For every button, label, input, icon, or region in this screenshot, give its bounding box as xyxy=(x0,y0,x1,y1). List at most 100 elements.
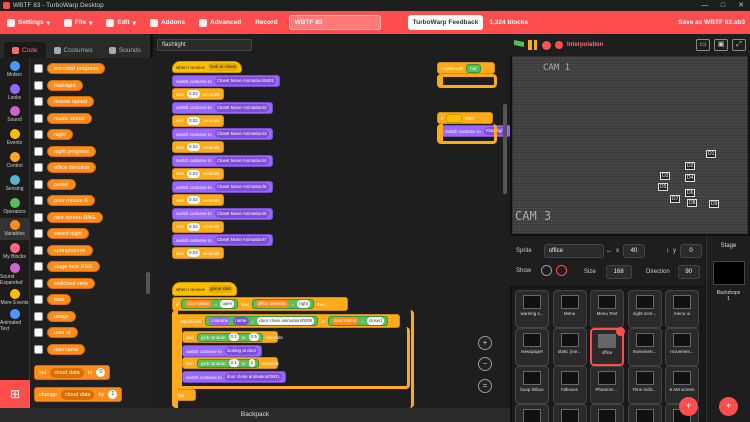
sprite-tile[interactable]: movemen... xyxy=(665,328,699,366)
variable-monitor-checkbox[interactable] xyxy=(34,163,43,172)
open-input[interactable]: open xyxy=(220,300,235,308)
sprite-tile[interactable]: stuff with ... xyxy=(552,404,587,422)
stage-thumbnail[interactable] xyxy=(712,261,745,285)
costume-dropdown[interactable]: Closet Move Animation/6 xyxy=(214,209,269,218)
if-then-block[interactable]: if then xyxy=(437,112,493,124)
wait-block[interactable]: wait 0.02 seconds xyxy=(172,114,224,127)
variable-reporter[interactable]: rare screen RNG xyxy=(47,211,103,223)
y-input[interactable]: 0 xyxy=(680,244,702,258)
sprite-tile[interactable]: newspaper xyxy=(515,328,549,366)
wait-input[interactable]: 0.02 xyxy=(187,143,200,151)
sprite-tile[interactable]: night scre... xyxy=(627,290,662,328)
sprite-tile[interactable]: Menu Text xyxy=(590,290,624,328)
costume-dropdown[interactable]: Closet Move Animation/4 xyxy=(214,156,269,165)
map-room-button[interactable]: D9 xyxy=(709,200,720,208)
category-events[interactable]: Events xyxy=(0,126,29,149)
project-title-input[interactable]: WBTF 83 xyxy=(288,15,381,30)
variable-reporter[interactable]: mouse speed xyxy=(47,96,95,107)
category-sensing[interactable]: Sensing xyxy=(0,172,29,195)
costume-dropdown[interactable]: Closet Move Animation/3 xyxy=(214,130,269,138)
wait-input[interactable]: 0.02 xyxy=(187,249,200,257)
tab-costumes[interactable]: Costumes xyxy=(46,42,101,58)
variable-reporter[interactable]: stage look RNG xyxy=(47,261,100,272)
direction-eq-right-operator[interactable]: office direction = right xyxy=(251,299,315,309)
sprite-tile[interactable]: hitboxes xyxy=(552,366,587,404)
sprite-tile[interactable]: Phantom ... xyxy=(590,366,624,404)
not-operator[interactable]: not xyxy=(466,63,481,73)
size-input[interactable]: 168 xyxy=(605,265,632,279)
variable-monitor-checkbox[interactable] xyxy=(34,196,43,205)
record-menu[interactable]: Record xyxy=(248,11,284,34)
value-input[interactable]: 1 xyxy=(108,390,118,399)
file-menu[interactable]: File ▾ xyxy=(57,11,99,34)
pause-button[interactable] xyxy=(528,40,538,50)
zoom-reset-button[interactable]: = xyxy=(478,379,492,393)
message-dropdown[interactable]: game start xyxy=(208,285,234,293)
office-direction-reporter[interactable]: office direction xyxy=(255,300,289,308)
wait-input[interactable]: 0.02 xyxy=(187,169,200,178)
variable-reporter[interactable]: power xyxy=(47,178,76,190)
variable-monitor-checkbox[interactable] xyxy=(34,113,43,123)
map-room-button[interactable]: D2 xyxy=(685,162,696,170)
sprite-tile[interactable]: menu ui xyxy=(665,290,699,328)
variable-reporter[interactable]: night progress xyxy=(47,145,96,157)
category-control[interactable]: Control xyxy=(0,149,29,172)
stage-canvas[interactable]: CAM 1 CAM 3 D1 D2 D3 D4 D5 D6 D7 D8 D9 xyxy=(512,56,748,234)
variable-reporter[interactable]: username xyxy=(47,343,86,355)
variable-monitor-checkbox[interactable] xyxy=(34,328,43,337)
category-sound[interactable]: Sound xyxy=(0,104,29,127)
map-room-button[interactable]: D4 xyxy=(685,174,696,182)
backpack[interactable]: Backpack xyxy=(0,408,510,422)
close-button[interactable]: ✕ xyxy=(732,0,750,11)
when-receive-look-closet-hat[interactable]: when I receive look at closet xyxy=(172,61,243,73)
code-workspace[interactable]: flashlight when I receive look at closet s… xyxy=(153,34,510,408)
map-room-button[interactable]: D7 xyxy=(670,195,681,203)
message-dropdown[interactable]: look at closet xyxy=(208,63,239,71)
add-extension-button[interactable]: ⊞ xyxy=(0,380,30,408)
sprite-tile[interactable]: Time Indic... xyxy=(627,366,662,404)
variable-reporter[interactable]: music status xyxy=(47,112,92,124)
edit-menu[interactable]: Edit ▾ xyxy=(99,11,143,34)
stage-selector[interactable]: Stage Backdrops 1 xyxy=(706,236,750,422)
wait-input[interactable]: 0.02 xyxy=(187,222,200,231)
map-room-button[interactable]: D8 xyxy=(687,199,698,207)
variable-monitor-checkbox[interactable] xyxy=(34,97,43,106)
addons-menu[interactable]: Addons xyxy=(143,11,192,34)
large-stage-button[interactable]: ▣ xyxy=(714,39,728,51)
when-receive-game-start-hat[interactable]: when I receive game start xyxy=(172,282,238,296)
wait-input[interactable]: 0.02 xyxy=(187,196,200,204)
repeat-until-block[interactable]: repeat until not xyxy=(437,62,495,74)
switch-costume-block[interactable]: switch costume to Closet Move Animation/2 xyxy=(172,101,273,114)
costume-dropdown[interactable]: Closet Move Animation/0001 xyxy=(214,77,277,85)
switch-costume-block[interactable]: switch costume to Closet Move Animation/3 xyxy=(172,128,273,140)
variable-dropdown[interactable]: cloud data xyxy=(50,367,84,378)
wait-block[interactable]: wait 0.02 seconds xyxy=(172,141,224,153)
variable-monitor-checkbox[interactable] xyxy=(34,229,43,238)
maximize-button[interactable]: □ xyxy=(714,0,732,11)
variable-reporter[interactable]: time xyxy=(47,294,72,305)
sprite-tile[interactable]: movemen... xyxy=(627,328,662,366)
sprite-tile[interactable]: Menu xyxy=(552,290,587,328)
sprite-tile[interactable]: office xyxy=(590,327,625,366)
save-as-button[interactable]: Save as WBTF 83.sb3 xyxy=(678,11,745,34)
costume-dropdown[interactable]: Closet Move Animation/5 xyxy=(214,183,269,191)
tab-code[interactable]: Code xyxy=(4,42,46,58)
variable-monitor-checkbox[interactable] xyxy=(34,130,43,139)
minimize-button[interactable]: — xyxy=(696,0,714,11)
category-variables[interactable]: Variables xyxy=(0,217,29,241)
wait-block[interactable]: wait 0.02 seconds xyxy=(172,220,224,233)
door-eq-open-operator[interactable]: door status = open xyxy=(181,299,239,309)
sprite-tile[interactable]: Commande... xyxy=(590,404,624,422)
wait-block[interactable]: wait 0.02 seconds xyxy=(172,167,224,180)
door-status-reporter[interactable]: door status xyxy=(185,300,212,308)
category-sound-expanded[interactable]: Sound Expanded xyxy=(0,263,29,286)
variable-monitor-checkbox[interactable] xyxy=(34,146,43,156)
variable-reporter[interactable]: usage xyxy=(47,310,76,322)
variable-reporter[interactable]: switched view xyxy=(47,277,95,289)
switch-costume-block[interactable]: switch costume to Closet Move Animation/7 xyxy=(172,234,273,246)
wait-block[interactable]: wait 0.02 seconds xyxy=(172,88,224,100)
workspace-scrollbar[interactable] xyxy=(503,104,507,194)
switch-costume-block[interactable]: switch costume to Closet Move Animation/6 xyxy=(172,207,273,220)
stop-icon[interactable] xyxy=(542,40,551,50)
costume-dropdown[interactable]: Closet Move Animation/2 xyxy=(214,103,269,112)
